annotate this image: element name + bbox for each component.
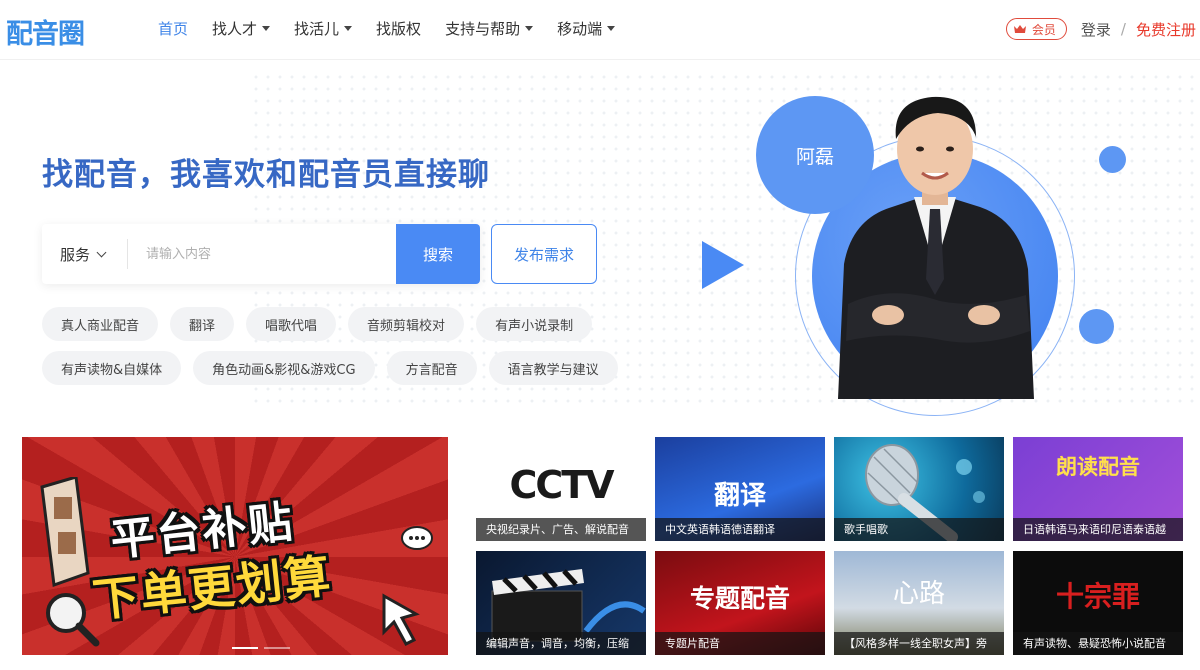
carousel-dot-1[interactable] xyxy=(232,647,258,649)
nav-support-label: 支持与帮助 xyxy=(445,20,521,38)
tag-audiobook-media[interactable]: 有声读物&自媒体 xyxy=(42,351,182,385)
card-caption: 编辑声音，调音，均衡，压缩 xyxy=(476,632,646,655)
voice-actor-photo[interactable] xyxy=(830,69,1040,399)
register-link[interactable]: 免费注册 xyxy=(1136,19,1196,40)
card-caption: 歌手唱歌 xyxy=(834,518,1004,541)
nav-find-copyright[interactable]: 找版权 xyxy=(376,18,421,39)
tag-commercial-voice[interactable]: 真人商业配音 xyxy=(42,307,159,341)
caret-down-icon xyxy=(344,26,353,31)
tag-singing[interactable]: 唱歌代唱 xyxy=(246,307,337,341)
card-audio-editing[interactable]: 编辑声音，调音，均衡，压缩 xyxy=(476,551,646,655)
service-cards-grid: CCTV 央视纪录片、广告、解说配音 翻译 中文英语韩语德语翻译 歌手唱歌 朗读… xyxy=(476,437,1184,657)
caret-down-icon xyxy=(607,26,616,31)
service-tags: 真人商业配音 翻译 唱歌代唱 音频剪辑校对 有声小说录制 有声读物&自媒体 角色… xyxy=(42,307,622,385)
tag-audiobook-novel[interactable]: 有声小说录制 xyxy=(476,307,593,341)
header-account: 会员 登录 / 免费注册 xyxy=(1005,18,1196,40)
translation-art-text: 翻译 xyxy=(713,481,766,511)
card-caption: 有声读物、悬疑恐怖小说配音 xyxy=(1013,632,1183,655)
card-documentary[interactable]: 专题配音 专题片配音 xyxy=(655,551,825,655)
tag-animation-film-game[interactable]: 角色动画&影视&游戏CG xyxy=(193,351,375,385)
main-nav: 首页 找人才 找活儿 找版权 支持与帮助 移动端 xyxy=(158,18,639,39)
card-cctv-voiceover[interactable]: CCTV 央视纪录片、广告、解说配音 xyxy=(476,437,646,541)
nav-find-jobs-label: 找活儿 xyxy=(294,20,340,38)
caret-down-icon xyxy=(262,26,271,31)
chat-bubble-icon xyxy=(401,526,433,550)
nav-home-label: 首页 xyxy=(158,20,189,38)
nav-find-talent[interactable]: 找人才 xyxy=(212,18,271,39)
carousel-dot-2[interactable] xyxy=(264,647,290,649)
card-foreign-voice[interactable]: 朗读配音 日语韩语马来语印尼语泰语越 xyxy=(1013,437,1183,541)
play-triangle-icon xyxy=(702,241,744,289)
card-caption: 【风格多样一线全职女声】旁 xyxy=(834,632,1004,655)
hero-title: 找配音，我喜欢和配音员直接聊 xyxy=(42,157,490,193)
card-translation[interactable]: 翻译 中文英语韩语德语翻译 xyxy=(655,437,825,541)
reading-voice-art-text: 朗读配音 xyxy=(1056,455,1140,479)
nav-find-talent-label: 找人才 xyxy=(212,20,258,38)
card-singing[interactable]: 歌手唱歌 xyxy=(834,437,1004,541)
chevron-down-icon xyxy=(96,247,107,257)
card-caption: 专题片配音 xyxy=(655,632,825,655)
cursor-hand-icon xyxy=(382,593,420,646)
decorative-dot xyxy=(1099,146,1126,173)
card-caption: 央视纪录片、广告、解说配音 xyxy=(476,518,646,541)
promo-banner[interactable]: 平台补贴 下单更划算 xyxy=(22,437,448,655)
search-input[interactable] xyxy=(128,224,396,284)
nav-find-copyright-label: 找版权 xyxy=(376,20,422,38)
search-category-select[interactable]: 服务 xyxy=(42,239,128,269)
tag-translation[interactable]: 翻译 xyxy=(170,307,235,341)
card-female-voice[interactable]: 心路 【风格多样一线全职女声】旁 xyxy=(834,551,1004,655)
nav-mobile[interactable]: 移动端 xyxy=(557,18,616,39)
publish-request-button[interactable]: 发布需求 xyxy=(491,224,597,284)
nav-find-jobs[interactable]: 找活儿 xyxy=(294,18,353,39)
heart-road-art-text: 心路 xyxy=(892,579,945,609)
vip-button[interactable]: 会员 xyxy=(1005,18,1067,40)
card-caption: 中文英语韩语德语翻译 xyxy=(655,518,825,541)
site-logo[interactable]: 配音圈 xyxy=(6,12,85,51)
account-separator: / xyxy=(1120,20,1126,38)
film-strip-icon xyxy=(40,477,90,587)
search-button[interactable]: 搜索 xyxy=(396,224,480,284)
vip-label: 会员 xyxy=(1031,22,1056,37)
ten-crimes-art-text: 十宗罪 xyxy=(1055,580,1140,613)
nav-mobile-label: 移动端 xyxy=(557,20,603,38)
tag-language-teaching[interactable]: 语言教学与建议 xyxy=(488,351,618,385)
top-header: 配音圈 首页 找人才 找活儿 找版权 支持与帮助 移动端 会员 登录 / 免费注… xyxy=(0,0,1200,60)
decorative-dot xyxy=(1079,309,1114,344)
voice-actor-name: 阿磊 xyxy=(795,145,834,168)
caret-down-icon xyxy=(525,26,534,31)
carousel-indicators xyxy=(232,647,290,649)
card-audiobook-thriller[interactable]: 十宗罪 有声读物、悬疑恐怖小说配音 xyxy=(1013,551,1183,655)
search-bar: 服务 搜索 xyxy=(42,224,480,284)
nav-support[interactable]: 支持与帮助 xyxy=(445,18,534,39)
hero-section: 找配音，我喜欢和配音员直接聊 服务 搜索 发布需求 真人商业配音 翻译 唱歌代唱… xyxy=(0,61,1200,421)
login-link[interactable]: 登录 xyxy=(1081,19,1111,40)
cctv-logo-text: CCTV xyxy=(509,463,614,507)
card-caption: 日语韩语马来语印尼语泰语越 xyxy=(1013,518,1183,541)
nav-home[interactable]: 首页 xyxy=(158,18,188,39)
tag-dialect[interactable]: 方言配音 xyxy=(386,351,477,385)
crown-icon xyxy=(1013,24,1027,34)
search-category-value: 服务 xyxy=(60,245,91,264)
documentary-art-text: 专题配音 xyxy=(689,584,790,613)
tag-audio-editing[interactable]: 音频剪辑校对 xyxy=(348,307,465,341)
